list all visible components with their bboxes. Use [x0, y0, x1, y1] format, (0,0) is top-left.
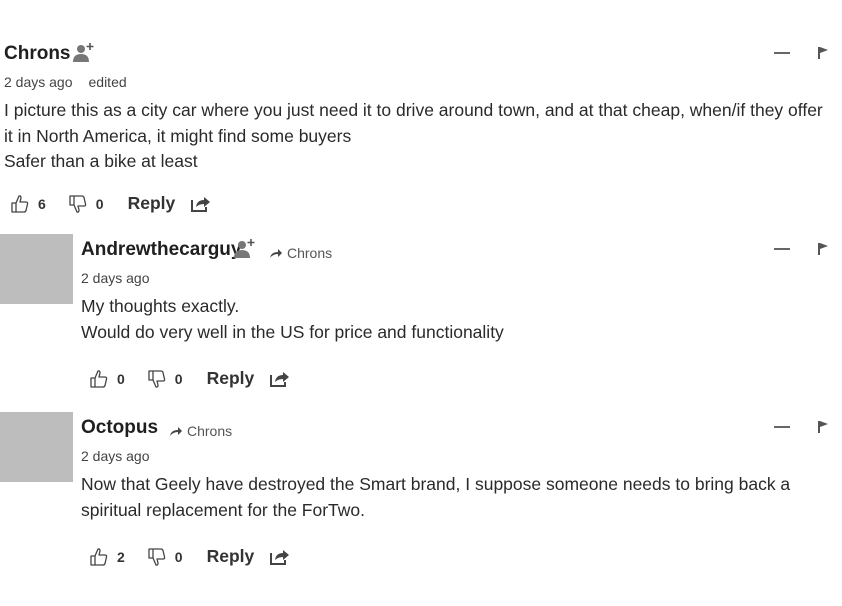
comment-text: My thoughts exactly. Would do very well …	[81, 294, 830, 345]
dislike-button[interactable]: 0	[68, 194, 104, 214]
thumbs-up-icon	[11, 194, 29, 213]
comment-header: Octopus Chrons	[81, 410, 830, 444]
flag-icon[interactable]	[816, 46, 830, 60]
reply-arrow-icon	[270, 248, 282, 258]
like-count: 0	[117, 370, 125, 387]
comment-actions: 0 0 Reply	[89, 368, 290, 389]
reply-to[interactable]: Chrons	[269, 245, 332, 261]
comment-body: Octopus Chrons 2 days ago Now that Geely…	[81, 410, 830, 566]
comment-line: My thoughts exactly.	[81, 296, 240, 316]
share-icon	[270, 549, 290, 565]
comment-line: I picture this as a city car where you j…	[4, 100, 823, 146]
minus-icon[interactable]	[774, 426, 790, 428]
thumbs-down-icon	[148, 547, 166, 566]
comment-controls	[774, 420, 830, 434]
minus-icon[interactable]	[774, 52, 790, 54]
dislike-button[interactable]: 0	[147, 369, 183, 389]
reply-arrow-icon	[170, 426, 182, 436]
comment-time[interactable]: 2 days ago	[4, 74, 73, 90]
dislike-count: 0	[174, 548, 183, 565]
comment-meta: 2 days ago edited	[4, 70, 830, 94]
comment-controls	[774, 46, 830, 60]
comment-header: Andrewthecarguy Chrons	[81, 232, 830, 266]
reply-button[interactable]: Reply	[207, 546, 255, 567]
share-button[interactable]	[191, 195, 211, 213]
reply-button[interactable]: Reply	[128, 193, 176, 214]
thumbs-up-icon	[90, 547, 108, 566]
comment-author[interactable]: Chrons	[4, 43, 71, 65]
minus-icon[interactable]	[774, 248, 790, 250]
reply-to-name: Chrons	[287, 245, 333, 261]
like-button[interactable]: 0	[89, 369, 125, 389]
share-icon	[270, 371, 290, 387]
like-count: 2	[117, 548, 125, 565]
avatar[interactable]	[0, 412, 73, 482]
comment-line: Safer than a bike at least	[4, 151, 198, 171]
comment-line: Would do very well in the US for price a…	[81, 321, 504, 342]
edited-label: edited	[88, 74, 127, 90]
comment-time[interactable]: 2 days ago	[81, 448, 150, 464]
like-button[interactable]: 2	[89, 547, 125, 567]
comment-body: Andrewthecarguy Chrons 2 days ago My tho…	[81, 232, 830, 388]
comment-meta: 2 days ago	[81, 266, 830, 290]
comment-text: I picture this as a city car where you j…	[4, 98, 830, 175]
comment-line: Now that Geely have destroyed the Smart …	[81, 474, 791, 520]
flag-icon[interactable]	[816, 420, 830, 434]
comment-meta: 2 days ago	[81, 444, 830, 468]
comment-controls	[774, 242, 830, 256]
user-plus-icon[interactable]	[233, 238, 257, 260]
comment-body: Chrons 2 days ago edited I picture this a…	[4, 36, 830, 175]
comment-time[interactable]: 2 days ago	[81, 270, 150, 286]
thumbs-down-icon	[69, 194, 87, 213]
avatar[interactable]	[0, 234, 73, 304]
comment-actions: 6 0 Reply	[10, 193, 211, 214]
share-icon	[191, 196, 211, 212]
comment-author[interactable]: Andrewthecarguy	[81, 239, 241, 261]
thumbs-up-icon	[90, 369, 108, 388]
dislike-count: 0	[95, 195, 104, 212]
comment-text: Now that Geely have destroyed the Smart …	[81, 472, 830, 523]
user-plus-icon[interactable]	[72, 42, 96, 64]
like-count: 6	[38, 195, 46, 212]
comment-author[interactable]: Octopus	[81, 417, 158, 439]
share-button[interactable]	[270, 370, 290, 388]
share-button[interactable]	[270, 548, 290, 566]
comment-header: Chrons	[4, 36, 830, 70]
reply-button[interactable]: Reply	[207, 368, 255, 389]
reply-to[interactable]: Chrons	[169, 423, 232, 439]
dislike-count: 0	[174, 370, 183, 387]
like-button[interactable]: 6	[10, 194, 46, 214]
dislike-button[interactable]: 0	[147, 547, 183, 567]
thumbs-down-icon	[148, 369, 166, 388]
flag-icon[interactable]	[816, 242, 830, 256]
reply-to-name: Chrons	[187, 423, 233, 439]
comment-actions: 2 0 Reply	[89, 546, 290, 567]
